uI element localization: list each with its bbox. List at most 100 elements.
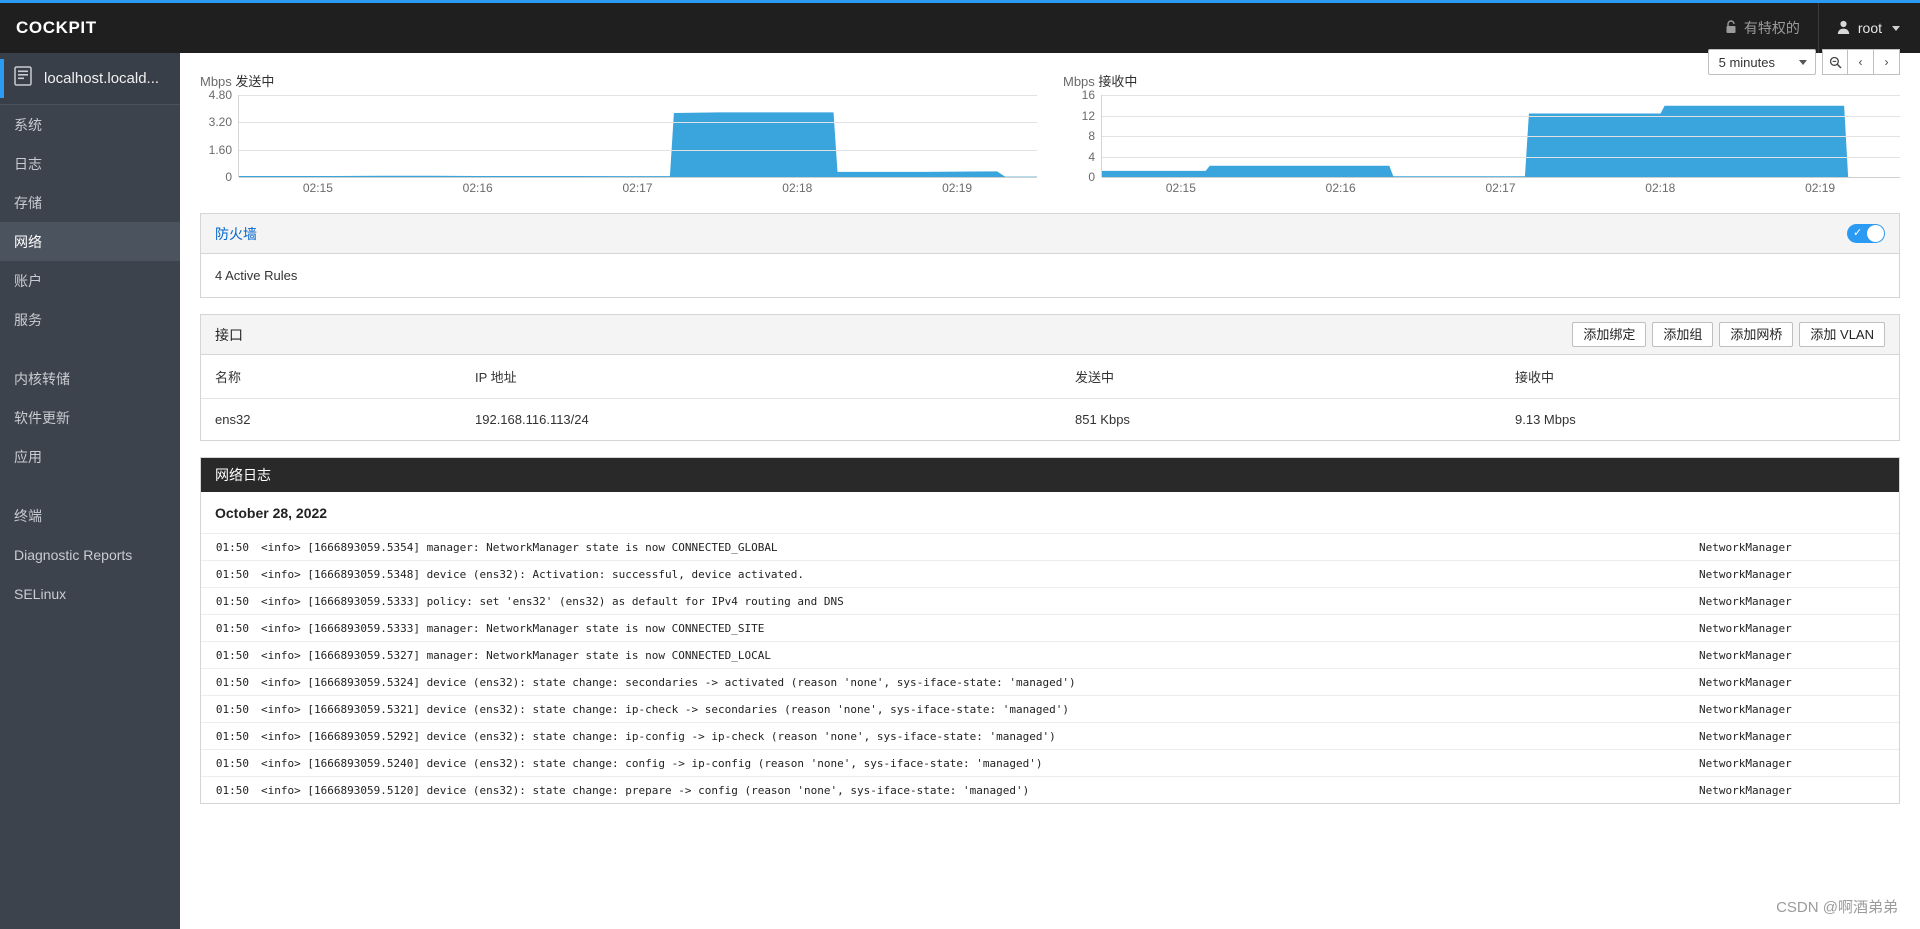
log-entry-message: <info> [1666893059.5348] device (ens32):…: [261, 567, 805, 581]
sidebar-item-label: 服务: [14, 311, 42, 328]
chart-sending-x-axis: 02:15 02:16 02:17 02:18 02:19: [238, 181, 1037, 197]
cockpit-network-page: COCKPIT 有特权的 root localhost.locald... 系统…: [0, 0, 1920, 929]
sidebar-item-3[interactable]: 网络: [0, 222, 180, 261]
user-icon: [1837, 20, 1850, 37]
chart-sending: Mbps 发送中 4.80 3.20 1.60 0 02:15 02:16 02:17 02…: [200, 71, 1037, 197]
networking-logs-card: 网络日志 October 28, 2022 01:50 <info> [16668…: [200, 457, 1900, 804]
chart-receiving: Mbps 接收中 16 12 8 4 0 02:15 02:16 02:17 02:18 02:…: [1063, 71, 1900, 197]
sidebar-item-7[interactable]: 软件更新: [0, 398, 180, 437]
sidebar-item-11[interactable]: SELinux: [0, 574, 180, 613]
sidebar-item-10[interactable]: Diagnostic Reports: [0, 535, 180, 574]
log-entry-time: 01:50: [215, 675, 249, 689]
log-entry-message: <info> [1666893059.5333] policy: set 'en…: [261, 594, 844, 608]
sidebar-item-label: 系统: [14, 116, 42, 133]
firewall-title-link[interactable]: 防火墙: [215, 224, 257, 244]
x-tick-label: 02:19: [942, 181, 973, 195]
add-vlan-button[interactable]: 添加 VLAN: [1799, 321, 1885, 348]
x-tick-label: 02:16: [1325, 181, 1356, 195]
chart-receiving-unit: Mbps: [1063, 74, 1095, 89]
log-entry-time: 01:50: [215, 621, 249, 635]
log-entry-row[interactable]: 01:50 <info> [1666893059.5333] manager: N…: [201, 614, 1899, 641]
firewall-card-header: 防火墙 ✓: [201, 214, 1899, 254]
networking-logs-list: 01:50 <info> [1666893059.5354] manager: N…: [201, 533, 1899, 803]
firewall-active-rules: 4 Active Rules: [215, 268, 298, 283]
sidebar-item-label: 应用: [14, 448, 42, 465]
gridline: [239, 149, 1037, 151]
user-menu-button[interactable]: root: [1817, 3, 1920, 53]
chevron-right-icon[interactable]: ›: [1874, 49, 1900, 75]
sidebar-item-4[interactable]: 账户: [0, 261, 180, 300]
chart-receiving-label: 接收中: [1098, 74, 1138, 89]
table-row[interactable]: ens32 192.168.116.113/24 851 Kbps 9.13 Mbps: [201, 399, 1899, 441]
chart-sending-unit: Mbps: [200, 74, 232, 89]
chart-receiving-y-axis: 16 12 8 4 0: [1063, 88, 1101, 184]
log-entry-message: <info> [1666893059.5324] device (ens32):…: [261, 675, 1076, 689]
log-entry-message: <info> [1666893059.5321] device (ens32):…: [261, 702, 1069, 716]
sidebar-item-label: 网络: [14, 233, 42, 250]
gridline: [1102, 95, 1900, 96]
sidebar-item-6[interactable]: 内核转储: [0, 359, 180, 398]
chart-sending-plot: [238, 95, 1037, 178]
log-entry-source: NetworkManager: [1699, 621, 1792, 635]
log-entry-row[interactable]: 01:50 <info> [1666893059.5321] device (en…: [201, 695, 1899, 722]
add-team-button[interactable]: 添加组: [1652, 321, 1714, 348]
interfaces-column-header: 接收中: [1501, 355, 1899, 399]
sidebar-item-label: 账户: [14, 272, 42, 289]
y-tick-label: 3.20: [208, 115, 232, 130]
interfaces-table-body: ens32 192.168.116.113/24 851 Kbps 9.13 Mbps: [201, 399, 1899, 441]
x-tick-label: 02:17: [1485, 181, 1516, 195]
app-brand-title: COCKPIT: [16, 18, 97, 37]
networking-logs-header: 网络日志: [201, 458, 1899, 492]
firewall-toggle-switch[interactable]: ✓: [1847, 224, 1885, 243]
sidebar-host-selector[interactable]: localhost.locald...: [0, 53, 180, 105]
log-entry-source: NetworkManager: [1699, 567, 1792, 581]
log-entry-row[interactable]: 01:50 <info> [1666893059.5240] device (en…: [201, 749, 1899, 776]
chart-sending-title: Mbps 发送中: [200, 71, 1037, 90]
magnifier-icon[interactable]: [1822, 49, 1848, 75]
sidebar-item-8[interactable]: 应用: [0, 437, 180, 476]
add-bridge-button[interactable]: 添加网桥: [1719, 321, 1794, 348]
gridline: [1102, 177, 1900, 178]
log-entry-source: NetworkManager: [1699, 594, 1792, 608]
sidebar-item-5[interactable]: 服务: [0, 300, 180, 339]
log-entry-row[interactable]: 01:50 <info> [1666893059.5292] device (en…: [201, 722, 1899, 749]
toggle-knob: [1867, 225, 1884, 242]
interfaces-column-header: 名称: [201, 355, 461, 399]
networking-logs-title: 网络日志: [215, 467, 271, 483]
sidebar-item-1[interactable]: 日志: [0, 144, 180, 183]
sidebar-navigation: localhost.locald... 系统日志存储网络账户服务内核转储 软件更新…: [0, 53, 180, 929]
chevron-left-icon[interactable]: ‹: [1848, 49, 1874, 75]
interfaces-cell-receiving: 9.13 Mbps: [1515, 412, 1576, 427]
log-entry-row[interactable]: 01:50 <info> [1666893059.5327] manager: N…: [201, 641, 1899, 668]
log-entry-row[interactable]: 01:50 <info> [1666893059.5324] device (en…: [201, 668, 1899, 695]
sidebar-item-2[interactable]: 存储: [0, 183, 180, 222]
x-tick-label: 02:15: [302, 181, 333, 195]
log-entry-row[interactable]: 01:50 <info> [1666893059.5120] device (en…: [201, 776, 1899, 803]
log-entry-message: <info> [1666893059.5120] device (ens32):…: [261, 783, 1030, 797]
x-tick-label: 02:19: [1805, 181, 1836, 195]
log-entry-row[interactable]: 01:50 <info> [1666893059.5354] manager: N…: [201, 533, 1899, 560]
add-bond-button[interactable]: 添加绑定: [1572, 321, 1647, 348]
sidebar-item-0[interactable]: 系统: [0, 105, 180, 144]
interfaces-table-header-row: 名称 IP 地址 发送中 接收中: [201, 355, 1899, 399]
header-right-area: 有特权的 root: [1707, 3, 1920, 53]
sidebar-item-label: Diagnostic Reports: [14, 546, 133, 563]
log-entry-row[interactable]: 01:50 <info> [1666893059.5333] policy: se…: [201, 587, 1899, 614]
interfaces-title: 接口: [215, 326, 243, 343]
chart-receiving-plot: [1101, 95, 1900, 178]
sidebar-item-label: 存储: [14, 194, 42, 211]
privileged-indicator[interactable]: 有特权的: [1707, 3, 1818, 53]
time-range-select[interactable]: 5 minutes: [1707, 49, 1816, 75]
log-entry-source: NetworkManager: [1699, 783, 1792, 797]
main-content: Mbps 发送中 4.80 3.20 1.60 0 02:15 02:16 02:17 02…: [180, 49, 1920, 929]
log-entry-row[interactable]: 01:50 <info> [1666893059.5348] device (en…: [201, 560, 1899, 587]
chart-receiving-x-axis: 02:15 02:16 02:17 02:18 02:19: [1101, 181, 1900, 197]
y-tick-label: 12: [1081, 108, 1095, 123]
lock-icon: [1725, 19, 1737, 37]
x-tick-label: 02:18: [782, 181, 813, 195]
log-entry-source: NetworkManager: [1699, 675, 1792, 689]
watermark: CSDN @啊酒弟弟: [1776, 899, 1898, 916]
sidebar-host-label: localhost.locald...: [44, 70, 160, 87]
interfaces-column-header: 发送中: [1061, 355, 1501, 399]
sidebar-item-9[interactable]: 终端: [0, 496, 180, 535]
